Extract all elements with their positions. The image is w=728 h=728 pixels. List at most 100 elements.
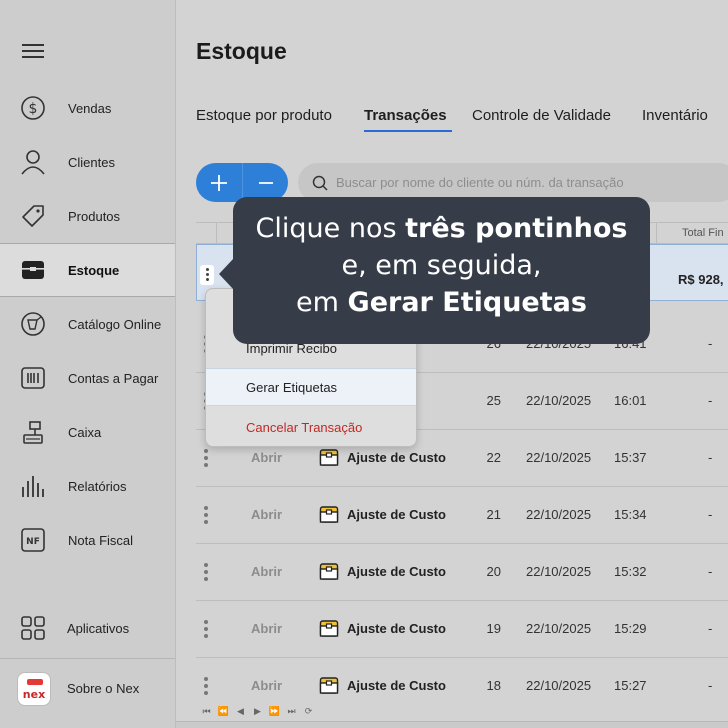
menu-item-gerar-etiquetas[interactable]: Gerar Etiquetas	[206, 368, 416, 406]
tab-controle-de-validade[interactable]: Controle de Validade	[472, 107, 611, 124]
package-icon	[319, 563, 339, 580]
row-date: 22/10/2025	[526, 564, 592, 579]
minus-icon	[258, 181, 273, 184]
refresh-icon[interactable]: ⟳	[302, 706, 315, 717]
sidebar-item-label: Contas a Pagar	[68, 370, 159, 386]
row-time: 15:32	[614, 564, 647, 579]
row-total: -	[708, 336, 713, 351]
prev-page-icon[interactable]: ◀	[234, 706, 247, 717]
last-page-icon[interactable]: ⏭	[285, 706, 298, 717]
package-icon	[319, 620, 339, 637]
row-options-icon[interactable]	[200, 265, 214, 285]
row-options-icon[interactable]	[203, 506, 209, 526]
user-icon	[19, 148, 47, 176]
sidebar: $ Vendas Clientes Produtos Estoque Catál…	[0, 0, 176, 728]
barcode-icon	[19, 364, 47, 392]
open-link[interactable]: Abrir	[251, 564, 282, 579]
sidebar-item-label: Estoque	[68, 262, 120, 278]
open-link[interactable]: Abrir	[251, 678, 282, 693]
plus-icon	[211, 174, 227, 191]
row-total: -	[708, 507, 713, 522]
sidebar-item-label: Clientes	[68, 154, 115, 170]
tab-transacoes[interactable]: Transações	[364, 107, 447, 124]
row-options-icon[interactable]	[203, 620, 209, 640]
row-date: 22/10/2025	[526, 621, 592, 636]
row-number: 22	[486, 450, 501, 465]
sidebar-item-sobre[interactable]: Sobre o Nex	[0, 661, 175, 715]
hamburger-menu-icon[interactable]	[22, 44, 44, 62]
row-total: -	[708, 450, 713, 465]
nf-icon: NF	[19, 526, 47, 554]
row-total: -	[708, 621, 713, 636]
tab-inventario[interactable]: Inventário	[642, 107, 708, 124]
row-date: 22/10/2025	[526, 450, 592, 465]
active-tab-indicator	[364, 130, 452, 132]
prev-fast-icon[interactable]: ⏪	[217, 706, 230, 717]
sidebar-item-contas-a-pagar[interactable]: Contas a Pagar	[0, 351, 175, 405]
row-total: -	[708, 678, 713, 693]
sidebar-item-produtos[interactable]: Produtos	[0, 189, 175, 243]
row-options-icon[interactable]	[203, 449, 209, 469]
sidebar-item-nota-fiscal[interactable]: NF Nota Fiscal	[0, 513, 175, 567]
sidebar-item-aplicativos[interactable]: Aplicativos	[0, 601, 175, 655]
row-options-icon[interactable]	[203, 563, 209, 583]
next-fast-icon[interactable]: ⏩	[268, 706, 281, 717]
open-link[interactable]: Abrir	[251, 621, 282, 636]
package-icon	[319, 677, 339, 694]
table-row[interactable]: Abrir Ajuste de Custo 20 22/10/2025 15:3…	[196, 544, 728, 601]
bottom-bar	[176, 721, 728, 728]
sidebar-item-label: Produtos	[68, 208, 121, 224]
sidebar-item-label: Caixa	[68, 424, 102, 440]
table-row[interactable]: Abrir Ajuste de Custo 19 22/10/2025 15:2…	[196, 601, 728, 658]
row-total: R$ 928,	[678, 272, 724, 287]
row-type: Ajuste de Custo	[347, 507, 446, 522]
sidebar-item-vendas[interactable]: $ Vendas	[0, 81, 175, 135]
sidebar-item-relatorios[interactable]: Relatórios	[0, 459, 175, 513]
add-button[interactable]	[196, 163, 242, 202]
tooltip-arrow	[219, 258, 234, 290]
dollar-circle-icon: $	[19, 94, 47, 122]
row-type: Ajuste de Custo	[347, 564, 446, 579]
table-row[interactable]: Abrir Ajuste de Custo 21 22/10/2025 15:3…	[196, 487, 728, 544]
svg-text:NF: NF	[26, 537, 40, 547]
sidebar-item-label: Relatórios	[68, 478, 127, 494]
row-date: 22/10/2025	[526, 507, 592, 522]
row-time: 15:27	[614, 678, 647, 693]
catalog-icon	[19, 310, 47, 338]
row-type: Ajuste de Custo	[347, 450, 446, 465]
open-link[interactable]: Abrir	[251, 450, 282, 465]
row-number: 18	[486, 678, 501, 693]
header-total: Total Fin	[682, 227, 724, 239]
row-options-icon[interactable]	[203, 677, 209, 697]
sidebar-item-clientes[interactable]: Clientes	[0, 135, 175, 189]
next-page-icon[interactable]: ▶	[251, 706, 264, 717]
bar-chart-icon	[19, 472, 47, 500]
sidebar-item-label: Aplicativos	[67, 620, 130, 636]
open-link[interactable]: Abrir	[251, 507, 282, 522]
row-number: 19	[486, 621, 501, 636]
first-page-icon[interactable]: ⏮	[200, 706, 213, 717]
sidebar-item-catalogo-online[interactable]: Catálogo Online	[0, 297, 175, 351]
cash-register-icon	[19, 418, 47, 446]
tooltip-line-2: e, em seguida,	[341, 250, 542, 281]
apps-grid-icon	[19, 614, 47, 642]
instruction-tooltip: Clique nos três pontinhos e, em seguida,…	[233, 197, 650, 344]
sidebar-item-label: Vendas	[68, 100, 112, 116]
row-total: -	[708, 393, 713, 408]
row-number: 20	[486, 564, 501, 579]
row-time: 16:01	[614, 393, 647, 408]
sidebar-item-caixa[interactable]: Caixa	[0, 405, 175, 459]
row-number: 25	[486, 393, 501, 408]
page-title: Estoque	[196, 38, 287, 64]
tooltip-line-3: em Gerar Etiquetas	[296, 287, 587, 318]
column-separator	[656, 223, 657, 244]
tab-estoque-por-produto[interactable]: Estoque por produto	[196, 107, 332, 124]
row-time: 15:29	[614, 621, 647, 636]
column-separator	[216, 223, 217, 244]
row-number: 21	[486, 507, 501, 522]
sidebar-item-label: Sobre o Nex	[67, 680, 140, 696]
sidebar-item-label: Nota Fiscal	[68, 532, 134, 548]
sidebar-item-estoque[interactable]: Estoque	[0, 243, 175, 297]
row-time: 15:34	[614, 507, 647, 522]
menu-item-cancelar-transacao[interactable]: Cancelar Transação	[206, 408, 416, 446]
